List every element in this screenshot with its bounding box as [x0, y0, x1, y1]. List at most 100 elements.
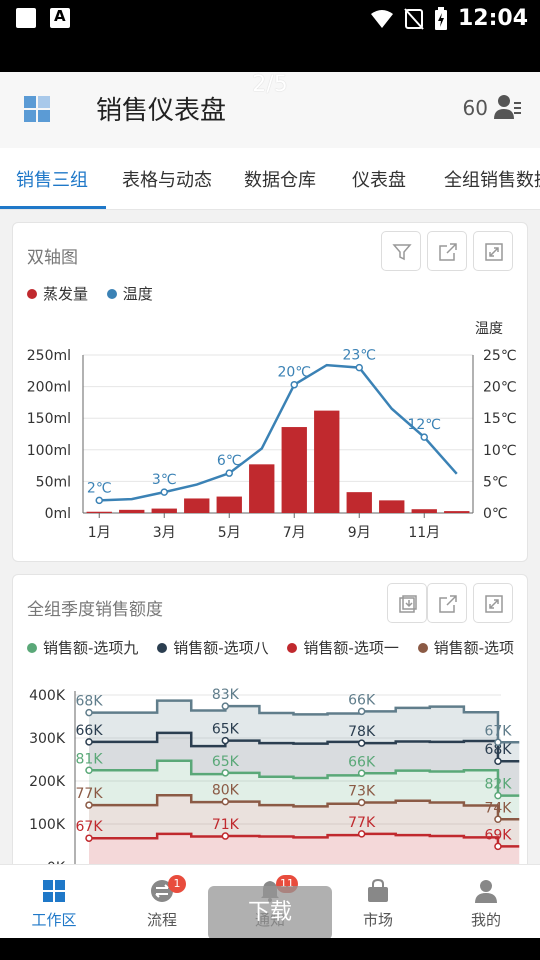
- temperature-point: [355, 363, 363, 372]
- stacked-area-chart: 400K300K200K100K0K67K71K77K69K77K80K73K7…: [29, 687, 520, 873]
- y-left-tick-label: 0ml: [45, 506, 71, 522]
- data-point: [357, 769, 366, 778]
- grid-icon: [43, 880, 65, 902]
- user-icon: [475, 880, 497, 903]
- data-point: [85, 801, 93, 809]
- data-label: 80K: [212, 783, 240, 799]
- app-header: 2/5 销售仪表盘 60: [0, 72, 540, 148]
- y-right-tick-label: 15℃: [483, 411, 517, 427]
- tab-all-sales-data[interactable]: 全组销售数据: [444, 166, 540, 192]
- data-label: 66K: [348, 692, 376, 708]
- battery-charging-icon: [434, 6, 447, 30]
- nav-workspace[interactable]: 工作区: [0, 865, 108, 939]
- data-point: [221, 736, 230, 745]
- data-label: 65K: [212, 754, 240, 770]
- data-point: [85, 834, 93, 842]
- app-root: 12:04 2/5 销售仪表盘 60 销售三组 表格与动态 数据仓库 仪表盘 全…: [0, 0, 540, 960]
- flow-badge: 1: [168, 875, 186, 893]
- tab-bar: 销售三组 表格与动态 数据仓库 仪表盘 全组销售数据: [0, 148, 540, 210]
- bar: [119, 509, 145, 513]
- image-icon: [16, 8, 36, 28]
- data-label: 73K: [348, 784, 376, 800]
- system-nav-bar: [0, 938, 540, 960]
- members-icon[interactable]: [494, 94, 522, 120]
- tab-data-warehouse[interactable]: 数据仓库: [244, 166, 316, 192]
- data-point: [221, 797, 230, 806]
- nav-market[interactable]: 市场: [324, 865, 432, 939]
- data-label: 82K: [484, 777, 512, 793]
- x-tick-label: 3月: [153, 525, 176, 541]
- data-label: 66K: [76, 723, 104, 739]
- data-label: 74K: [484, 800, 512, 816]
- bar: [346, 492, 372, 513]
- temperature-point: [290, 380, 298, 389]
- data-label: 81K: [76, 751, 104, 767]
- y-right-tick-label: 25℃: [483, 348, 517, 364]
- data-point: [85, 708, 93, 717]
- bar: [281, 427, 307, 513]
- y-tick-label: 300K: [29, 731, 66, 747]
- y-tick-label: 400K: [29, 688, 66, 704]
- download-toast[interactable]: 下载: [208, 886, 332, 940]
- y-right-tick-label: 0℃: [483, 506, 508, 522]
- temperature-point: [420, 433, 428, 441]
- page-indicator: 2/5: [252, 72, 288, 97]
- data-point: [357, 830, 366, 838]
- y-right-tick-label: 5℃: [483, 474, 508, 490]
- tab-tables-dynamics[interactable]: 表格与动态: [122, 166, 212, 192]
- data-point: [494, 815, 502, 824]
- bar: [444, 511, 470, 513]
- data-label: 78K: [348, 724, 376, 740]
- data-point: [494, 842, 502, 851]
- page-title: 销售仪表盘: [96, 96, 227, 126]
- data-point: [494, 791, 502, 800]
- data-point: [494, 757, 502, 765]
- y-left-tick-label: 250ml: [27, 348, 71, 364]
- bar: [314, 410, 340, 513]
- status-bar: 12:04: [0, 0, 540, 72]
- bar: [151, 508, 177, 513]
- active-tab-indicator: [0, 206, 106, 209]
- data-label: 69K: [484, 827, 512, 843]
- dual-axis-chart: 0ml 50ml 100ml 150ml 200ml 250ml 0℃ 5℃ 10℃ 15℃ 20℃…: [27, 321, 517, 541]
- data-label: 77K: [76, 786, 104, 802]
- y-left-tick-label: 150ml: [27, 411, 71, 427]
- x-tick-label: 9月: [348, 525, 371, 541]
- nav-mine[interactable]: 我的: [432, 865, 540, 939]
- x-tick-label: 11月: [408, 525, 440, 541]
- dual-axis-card: 双轴图 蒸发量 温度 0ml 50ml 100ml 150ml 200ml 250ml 0℃…: [12, 222, 528, 562]
- temperature-point: [225, 469, 233, 477]
- bar: [184, 498, 210, 513]
- data-point: [221, 769, 230, 777]
- data-label: 65K: [212, 722, 240, 738]
- y-tick-label: 100K: [29, 817, 66, 833]
- temperature-point: [160, 488, 168, 496]
- x-tick-label: 5月: [218, 525, 241, 541]
- tab-sales-group-3[interactable]: 销售三组: [16, 166, 88, 192]
- y-right-tick-label: 20℃: [483, 380, 517, 396]
- bar: [411, 509, 437, 513]
- temperature-data-label: 23℃: [342, 348, 376, 364]
- data-point: [494, 738, 502, 747]
- x-tick-label: 7月: [283, 525, 306, 541]
- data-point: [357, 739, 366, 747]
- wifi-icon: [370, 9, 393, 28]
- bar: [249, 464, 275, 513]
- temperature-data-label: 3℃: [152, 472, 177, 488]
- nav-flow[interactable]: 1 流程: [108, 865, 216, 939]
- y-left-tick-label: 200ml: [27, 380, 71, 396]
- dashboard-icon[interactable]: [24, 96, 50, 122]
- data-label: 66K: [348, 754, 376, 770]
- data-label: 83K: [212, 687, 240, 703]
- data-point: [85, 766, 93, 774]
- y-left-tick-label: 50ml: [36, 474, 71, 490]
- status-left: [16, 7, 70, 28]
- status-right: 12:04: [370, 6, 528, 31]
- temperature-data-label: 12℃: [407, 417, 441, 433]
- x-tick-label: 1月: [88, 525, 111, 541]
- tab-dashboard[interactable]: 仪表盘: [352, 166, 406, 192]
- no-sim-icon: [404, 7, 424, 30]
- bar: [379, 500, 405, 513]
- user-count: 60: [462, 96, 488, 120]
- quarterly-sales-card: 全组季度销售额度 销售额-选项九 销售额-选项八 销售额-选项一 销售额-选项 …: [12, 574, 528, 874]
